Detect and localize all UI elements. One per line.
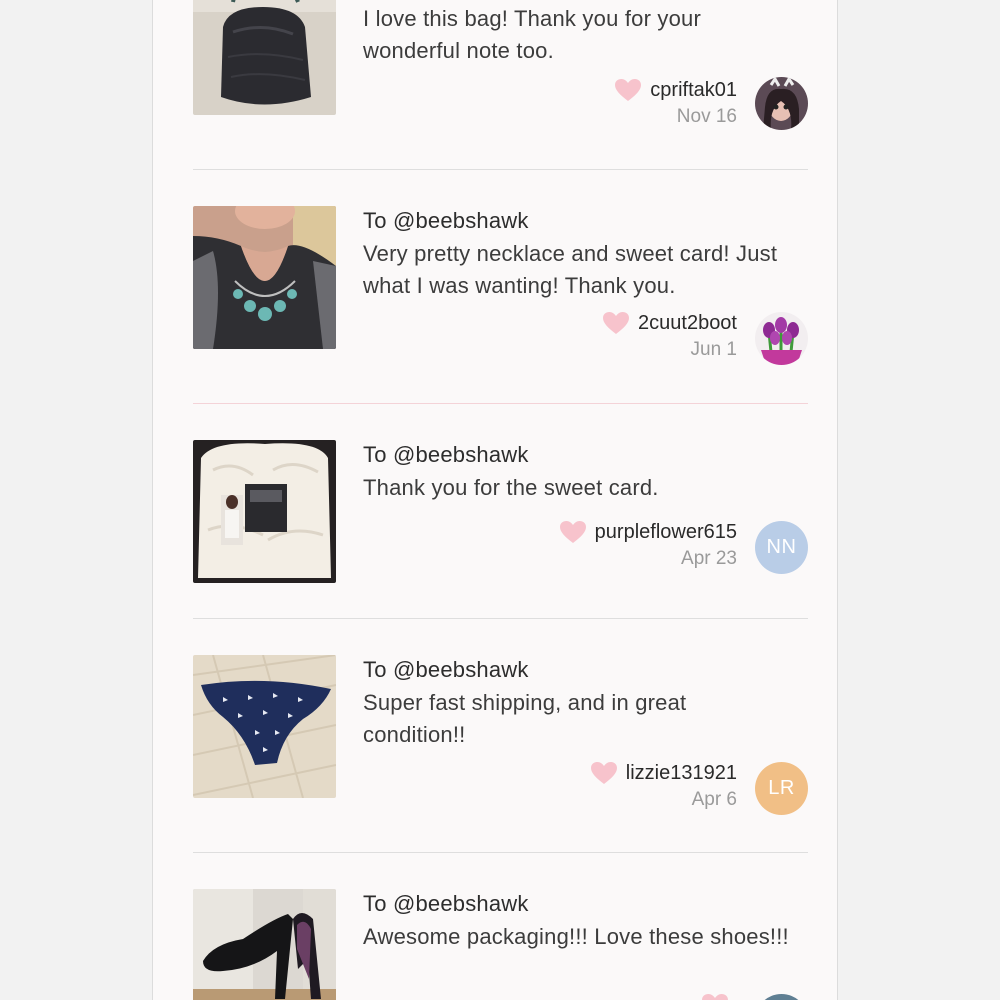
- note-meta: lizzie131921 Apr 6: [590, 760, 737, 811]
- heart-icon: [603, 312, 630, 334]
- note-message: I love this bag! Thank you for your wond…: [363, 6, 701, 63]
- handbag-photo-icon: [193, 0, 336, 115]
- note-username[interactable]: cpriftak01: [650, 79, 737, 102]
- note-recipient[interactable]: To @beebshawk: [363, 657, 529, 683]
- listing-thumbnail[interactable]: [193, 0, 336, 115]
- necklace-photo-icon: [193, 206, 336, 349]
- note-date: Apr 6: [691, 789, 737, 810]
- note-message: Thank you for the sweet card.: [363, 475, 659, 500]
- divider: [193, 852, 808, 853]
- note-date: Nov 16: [676, 106, 737, 127]
- user-avatar[interactable]: [755, 77, 808, 130]
- note-date: Apr 23: [681, 548, 737, 569]
- listing-thumbnail[interactable]: [193, 440, 336, 583]
- user-avatar-initials[interactable]: NN: [755, 521, 808, 574]
- note-meta: cpriftak01 Nov 16: [614, 77, 737, 128]
- heart-icon: [702, 994, 728, 1000]
- user-avatar-initials[interactable]: LR: [755, 762, 808, 815]
- tulips-photo-icon: [755, 312, 808, 365]
- note-message: Awesome packaging!!! Love these shoes!!!: [363, 924, 789, 949]
- user-avatar[interactable]: [755, 312, 808, 365]
- divider: [193, 403, 808, 404]
- profile-photo-icon: [755, 77, 808, 130]
- note-recipient[interactable]: To @beebshawk: [363, 442, 529, 468]
- note-username[interactable]: purpleflower615: [595, 521, 737, 544]
- heart-icon: [615, 79, 642, 101]
- listing-thumbnail[interactable]: [193, 206, 336, 349]
- note-message: Very pretty necklace and sweet card! Jus…: [363, 241, 778, 298]
- listing-thumbnail[interactable]: [193, 655, 336, 798]
- love-notes-feed: I love this bag! Thank you for your wond…: [152, 0, 838, 1000]
- note-message: Super fast shipping, and in great condit…: [363, 690, 687, 747]
- listing-thumbnail[interactable]: [193, 889, 336, 1000]
- heart-icon: [559, 521, 586, 543]
- shoes-photo-icon: [193, 889, 336, 1000]
- user-avatar[interactable]: [755, 994, 808, 1000]
- heart-icon: [590, 762, 617, 784]
- divider: [193, 169, 808, 170]
- note-recipient[interactable]: To @beebshawk: [363, 891, 529, 917]
- divider: [193, 618, 808, 619]
- note-meta: [701, 992, 737, 1000]
- robe-photo-icon: [193, 440, 336, 583]
- swim-bottom-photo-icon: [193, 655, 336, 798]
- note-username[interactable]: lizzie131921: [626, 762, 737, 785]
- note-recipient[interactable]: To @beebshawk: [363, 208, 529, 234]
- note-username[interactable]: 2cuut2boot: [638, 312, 737, 335]
- note-date: Jun 1: [690, 339, 737, 360]
- note-meta: purpleflower615 Apr 23: [559, 519, 737, 570]
- note-meta: 2cuut2boot Jun 1: [602, 310, 737, 361]
